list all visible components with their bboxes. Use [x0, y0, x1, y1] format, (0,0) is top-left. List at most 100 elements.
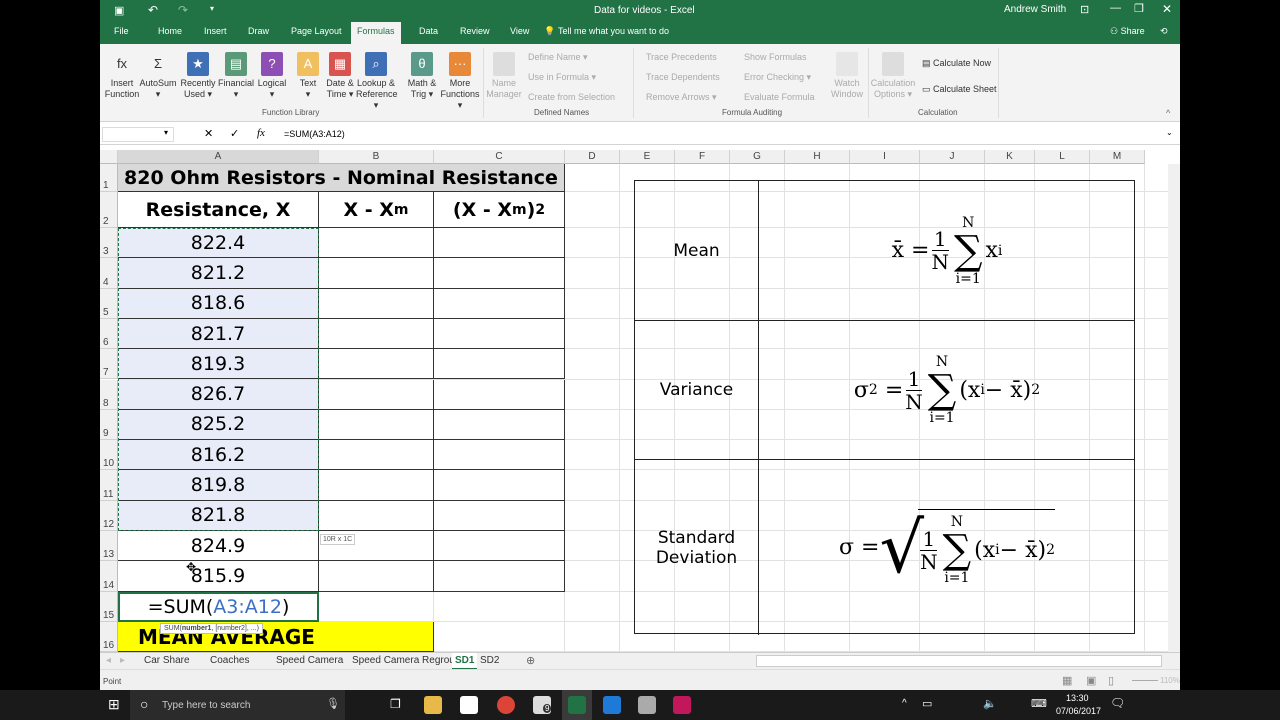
function-button-logical[interactable]: ? Logical ▾ — [252, 48, 292, 100]
header-squared-deviation[interactable]: (X - Xm) 2 — [434, 192, 565, 228]
cancel-icon[interactable]: ✕ — [204, 127, 213, 140]
tab-data[interactable]: Data — [419, 26, 438, 36]
empty-cell[interactable] — [319, 349, 434, 380]
column-header-H[interactable]: H — [785, 150, 850, 164]
column-header-I[interactable]: I — [850, 150, 920, 164]
function-button-more[interactable]: ··· More Functions ▾ — [440, 48, 480, 111]
insert-function-icon[interactable]: fx — [257, 127, 265, 139]
scroll-tabs-right-icon[interactable]: ▸ — [120, 655, 125, 666]
page-break-view-icon[interactable]: ▯ — [1108, 674, 1114, 687]
windows-start-icon[interactable]: ⊞ — [108, 696, 120, 713]
tell-me-search[interactable]: Tell me what you want to do — [558, 26, 669, 36]
sheet-title-cell[interactable]: 820 Ohm Resistors - Nominal Resistance — [118, 164, 565, 192]
sheet-tab-coaches[interactable]: Coaches — [210, 655, 249, 666]
empty-cell[interactable] — [434, 500, 565, 531]
share-button[interactable]: ⚇ Share — [1110, 26, 1145, 37]
column-header-K[interactable]: K — [985, 150, 1035, 164]
expand-formula-bar-icon[interactable]: ⌄ — [1166, 128, 1173, 137]
row-header-12[interactable]: 12 — [100, 500, 118, 531]
file-explorer-icon[interactable] — [424, 696, 442, 714]
history-icon[interactable]: ⟲ — [1160, 26, 1168, 37]
add-sheet-icon[interactable]: ⊕ — [526, 654, 535, 667]
volume-icon[interactable]: 🔈 — [983, 697, 997, 710]
header-resistance[interactable]: Resistance, X — [118, 192, 319, 228]
excel-taskbar-button[interactable] — [562, 690, 592, 720]
restore-icon[interactable]: ❐ — [1134, 2, 1144, 15]
tab-insert[interactable]: Insert — [204, 26, 227, 36]
watch-window-button[interactable]: Watch Window — [830, 48, 864, 100]
column-header-E[interactable]: E — [620, 150, 675, 164]
empty-cell[interactable] — [319, 561, 434, 592]
quick-access-dropdown-icon[interactable]: ▾ — [210, 4, 214, 13]
empty-cell[interactable] — [434, 470, 565, 501]
define-name-button[interactable]: Define Name ▾ — [528, 52, 588, 63]
empty-cell[interactable] — [319, 288, 434, 319]
function-button-date[interactable]: ▦ Date & Time ▾ — [320, 48, 360, 100]
select-all-corner[interactable] — [100, 150, 118, 164]
evaluate-formula-button[interactable]: Evaluate Formula — [744, 92, 815, 102]
empty-cell[interactable] — [434, 258, 565, 289]
trace-precedents-button[interactable]: Trace Precedents — [646, 52, 717, 62]
ribbon-display-icon[interactable]: ⊡ — [1080, 3, 1089, 16]
edge-icon[interactable] — [603, 696, 621, 714]
sheet-tab-car-share[interactable]: Car Share — [144, 655, 190, 666]
row-header-13[interactable]: 13 — [100, 531, 118, 562]
empty-cell[interactable] — [319, 440, 434, 471]
function-button-recently[interactable]: ★ Recently Used ▾ — [178, 48, 218, 100]
empty-cell[interactable] — [434, 318, 565, 350]
empty-cell[interactable] — [319, 318, 434, 350]
remove-arrows-button[interactable]: Remove Arrows ▾ — [646, 92, 717, 103]
show-formulas-button[interactable]: Show Formulas — [744, 52, 807, 62]
use-in-formula-button[interactable]: Use in Formula ▾ — [528, 72, 596, 83]
row-header-4[interactable]: 4 — [100, 258, 118, 289]
app-icon[interactable] — [673, 696, 691, 714]
column-header-M[interactable]: M — [1090, 150, 1145, 164]
tab-formulas[interactable]: Formulas — [351, 22, 401, 44]
column-header-L[interactable]: L — [1035, 150, 1090, 164]
column-header-J[interactable]: J — [920, 150, 985, 164]
row-header-7[interactable]: 7 — [100, 349, 118, 380]
column-header-G[interactable]: G — [730, 150, 785, 164]
function-tooltip[interactable]: SUM(number1, [number2], ...) — [160, 623, 263, 634]
redo-icon[interactable]: ↷ — [178, 3, 188, 17]
empty-cell[interactable] — [434, 288, 565, 319]
worksheet-grid[interactable]: A B C D E F G H I J K L M 1 2 3 4 5 6 7 8 9 10 11 12 13 14 15 16 820… — [100, 150, 1180, 652]
close-icon[interactable]: ✕ — [1162, 2, 1172, 16]
row-header-8[interactable]: 8 — [100, 379, 118, 410]
function-button-financial[interactable]: ▤ Financial ▾ — [216, 48, 256, 100]
page-layout-view-icon[interactable]: ▣ — [1086, 674, 1096, 687]
empty-cell[interactable] — [434, 561, 565, 592]
value-cell-a14[interactable]: 815.9 — [118, 561, 319, 592]
zoom-level[interactable]: 110% — [1160, 676, 1180, 685]
clock-date[interactable]: 07/06/2017 — [1056, 706, 1101, 716]
row-header-15[interactable]: 15 — [100, 591, 118, 622]
row-header-2[interactable]: 2 — [100, 192, 118, 228]
minimize-icon[interactable]: — — [1110, 2, 1121, 14]
action-center-icon[interactable]: 🗨 — [1110, 696, 1125, 710]
chrome-icon[interactable] — [497, 696, 515, 714]
empty-cell[interactable] — [319, 258, 434, 289]
function-button-math[interactable]: θ Math & Trig ▾ — [402, 48, 442, 100]
calculate-now-button[interactable]: ▤ Calculate Now — [922, 58, 991, 69]
tab-view[interactable]: View — [510, 26, 529, 36]
user-name[interactable]: Andrew Smith — [1004, 4, 1066, 15]
collapse-ribbon-icon[interactable]: ^ — [1166, 108, 1170, 118]
empty-cell[interactable] — [319, 470, 434, 501]
header-deviation[interactable]: X - Xm — [319, 192, 434, 228]
row-header-6[interactable]: 6 — [100, 318, 118, 350]
clock-time[interactable]: 13:30 — [1066, 693, 1089, 703]
row-header-11[interactable]: 11 — [100, 470, 118, 501]
row-header-14[interactable]: 14 — [100, 561, 118, 592]
vertical-scrollbar[interactable] — [1168, 164, 1180, 652]
column-header-D[interactable]: D — [565, 150, 620, 164]
function-button-lookup[interactable]: ⌕ Lookup & Reference ▾ — [356, 48, 398, 111]
store-icon[interactable] — [460, 696, 478, 714]
empty-cell[interactable] — [319, 409, 434, 441]
empty-cell[interactable] — [434, 440, 565, 471]
empty-cell[interactable] — [434, 379, 565, 410]
task-view-icon[interactable]: ❐ — [390, 697, 401, 711]
empty-cell[interactable] — [434, 228, 565, 259]
save-icon[interactable]: ▣ — [114, 4, 124, 17]
column-header-A[interactable]: A — [118, 150, 319, 164]
function-button-insert[interactable]: fx Insert Function — [102, 48, 142, 100]
